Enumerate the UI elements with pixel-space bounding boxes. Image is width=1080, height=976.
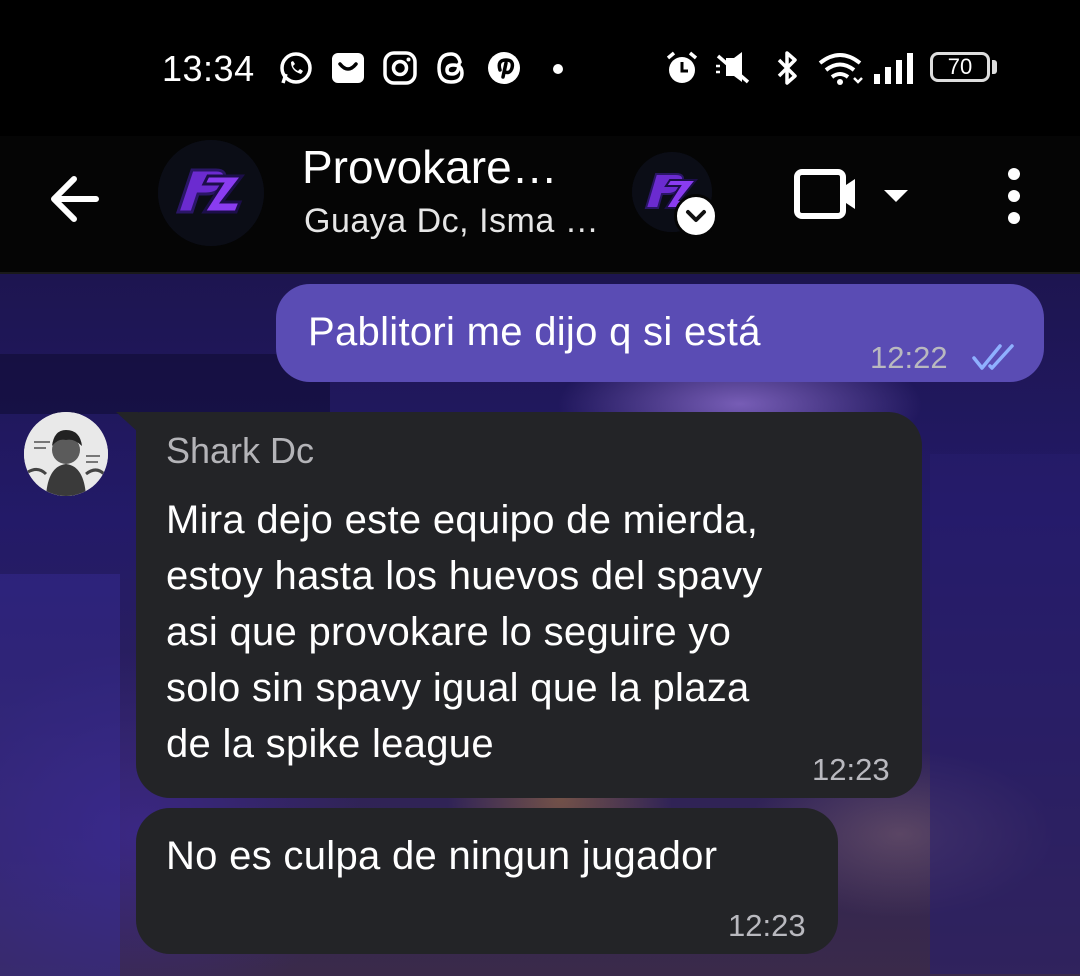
message-text: Pablitori me dijo q si está [308,310,761,354]
chat-title[interactable]: Provokare… [302,140,558,194]
status-time: 13:34 [162,48,255,89]
battery-indicator: 70 [930,52,990,82]
sender-avatar[interactable] [24,412,108,496]
status-bar: 13:34 70 [0,0,1080,136]
more-dot-icon [548,50,568,86]
chat-background: Pablitori me dijo q si está 12:22 Shark … [0,274,1080,976]
video-camera-icon [794,169,908,219]
more-vertical-icon [1008,168,1020,224]
threads-icon [434,50,470,86]
message-time: 12:23 [728,908,806,943]
community-dropdown-button[interactable] [674,194,718,238]
message-outgoing[interactable]: Pablitori me dijo q si está 12:22 [276,284,1044,382]
chat-participants[interactable]: Guaya Dc, Isma … [304,202,599,241]
whatsapp-icon [278,50,314,86]
signal-icon [872,50,916,86]
sender-name[interactable]: Shark Dc [166,430,314,472]
group-logo-icon [158,140,264,246]
message-incoming[interactable]: No es culpa de ningun jugador 12:23 [136,808,838,954]
silent-icon [714,50,754,86]
message-incoming[interactable]: Shark Dc Mira dejo este equipo de mierda… [136,412,922,798]
inbox-icon [330,50,366,86]
battery-nub [992,60,997,74]
chat-screen: 13:34 70 Provokare… Guaya Dc, Isma … Pab… [0,0,1080,976]
double-check-icon [972,342,1020,372]
group-avatar[interactable] [158,140,264,246]
message-text: No es culpa de ningun jugador [166,834,718,878]
pinterest-icon [486,50,522,86]
message-time: 12:23 [812,752,890,787]
back-button[interactable] [40,164,110,234]
chevron-down-icon [686,210,706,222]
alarm-icon [664,50,700,86]
wifi-icon [816,50,864,86]
video-call-button[interactable] [792,166,912,226]
user-avatar-icon [24,412,108,496]
caret-down-icon [884,190,908,202]
arrow-left-icon [51,176,99,222]
background-shape [930,454,1080,974]
more-options-button[interactable] [994,162,1034,232]
bubble-tail [116,412,138,432]
bluetooth-icon [774,50,802,86]
message-text: Mira dejo este equipo de mierda, estoy h… [166,498,763,766]
message-time: 12:22 [870,340,948,375]
background-shape [0,574,120,976]
chat-header: Provokare… Guaya Dc, Isma … [0,136,1080,274]
instagram-icon [382,50,418,86]
